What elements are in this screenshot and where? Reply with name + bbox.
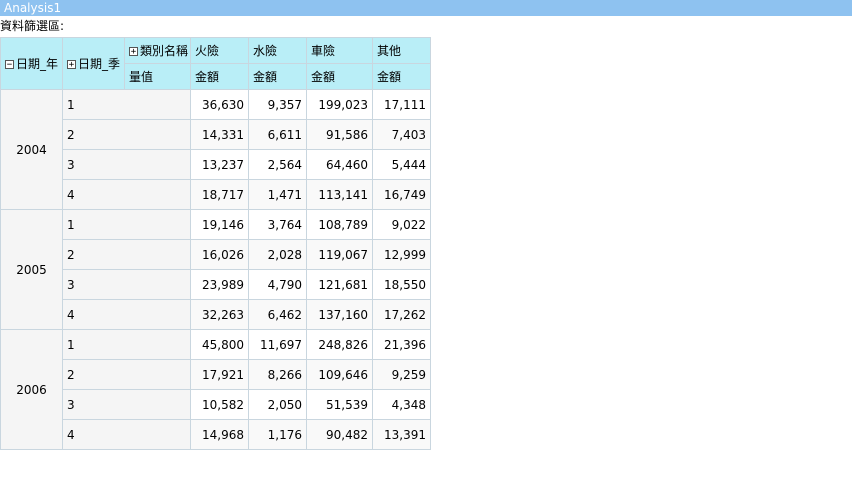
value-cell: 3,764 bbox=[248, 209, 308, 240]
value-cell: 13,391 bbox=[372, 419, 432, 450]
quarter-row-header[interactable]: 3 bbox=[62, 149, 192, 180]
column-header-fire[interactable]: 火險 bbox=[190, 37, 250, 64]
value-cell: 14,968 bbox=[190, 419, 250, 450]
table-row: 4 14,968 1,176 90,482 13,391 bbox=[1, 419, 432, 450]
quarter-row-header[interactable]: 3 bbox=[62, 269, 192, 300]
table-row: 4 18,717 1,471 113,141 16,749 bbox=[1, 179, 432, 210]
value-cell: 18,550 bbox=[372, 269, 432, 300]
quarter-dimension-label: 日期_季 bbox=[78, 57, 121, 71]
value-cell: 45,800 bbox=[190, 329, 250, 360]
table-row: 2004 1 36,630 9,357 199,023 17,111 bbox=[0, 89, 432, 210]
value-cell: 17,921 bbox=[190, 359, 250, 390]
table-row: 2006 1 45,800 11,697 248,826 21,396 bbox=[0, 329, 432, 450]
year-row-header[interactable]: 2004 bbox=[0, 89, 64, 210]
value-cell: 51,539 bbox=[306, 389, 374, 420]
collapse-icon[interactable]: − bbox=[5, 60, 14, 70]
quarter-row-header[interactable]: 3 bbox=[62, 389, 192, 420]
table-row: 3 13,237 2,564 64,460 5,444 bbox=[1, 149, 432, 180]
measure-header: 金額 bbox=[248, 63, 308, 90]
value-cell: 13,237 bbox=[190, 149, 250, 180]
value-cell: 32,263 bbox=[190, 299, 250, 330]
value-cell: 4,348 bbox=[372, 389, 432, 420]
value-cell: 2,028 bbox=[248, 239, 308, 270]
column-header-car[interactable]: 車險 bbox=[306, 37, 374, 64]
quarter-row-header[interactable]: 2 bbox=[62, 239, 192, 270]
value-cell: 1,471 bbox=[248, 179, 308, 210]
measure-label: 量值 bbox=[124, 63, 192, 90]
category-dimension-header[interactable]: + 類別名稱 bbox=[124, 37, 192, 64]
value-cell: 137,160 bbox=[306, 299, 374, 330]
column-header-water[interactable]: 水險 bbox=[248, 37, 308, 64]
year-dimension-header[interactable]: − 日期_年 bbox=[0, 37, 64, 90]
expand-icon[interactable]: + bbox=[67, 60, 77, 70]
quarter-row-header[interactable]: 4 bbox=[62, 179, 192, 210]
measure-header: 金額 bbox=[372, 63, 432, 90]
measure-header: 金額 bbox=[306, 63, 374, 90]
value-cell: 10,582 bbox=[190, 389, 250, 420]
expand-icon[interactable]: + bbox=[129, 47, 139, 57]
value-cell: 19,146 bbox=[190, 209, 250, 240]
value-cell: 90,482 bbox=[306, 419, 374, 450]
value-cell: 2,050 bbox=[248, 389, 308, 420]
table-row: 4 32,263 6,462 137,160 17,262 bbox=[1, 299, 432, 330]
quarter-row-header[interactable]: 1 bbox=[62, 209, 192, 240]
value-cell: 1,176 bbox=[248, 419, 308, 450]
table-row: 3 10,582 2,050 51,539 4,348 bbox=[1, 389, 432, 420]
year-row-header[interactable]: 2005 bbox=[0, 209, 64, 330]
value-cell: 36,630 bbox=[190, 89, 250, 120]
pivot-table: − 日期_年 + 日期_季 + 類別名稱 火險 水險 車險 其他 量值 金額 金額 金… bbox=[0, 37, 432, 450]
value-cell: 2,564 bbox=[248, 149, 308, 180]
value-cell: 121,681 bbox=[306, 269, 374, 300]
value-cell: 17,111 bbox=[372, 89, 432, 120]
year-dimension-label: 日期_年 bbox=[16, 57, 59, 71]
value-cell: 9,259 bbox=[372, 359, 432, 390]
table-row: 2 17,921 8,266 109,646 9,259 bbox=[1, 359, 432, 390]
value-cell: 14,331 bbox=[190, 119, 250, 150]
quarter-row-header[interactable]: 1 bbox=[62, 329, 192, 360]
column-header-other[interactable]: 其他 bbox=[372, 37, 432, 64]
value-cell: 108,789 bbox=[306, 209, 374, 240]
quarter-row-header[interactable]: 4 bbox=[62, 419, 192, 450]
category-dimension-label: 類別名稱 bbox=[140, 44, 189, 58]
table-row: 2 16,026 2,028 119,067 12,999 bbox=[1, 239, 432, 270]
filter-area-label: 資料篩選區: bbox=[0, 19, 65, 33]
value-cell: 8,266 bbox=[248, 359, 308, 390]
value-cell: 64,460 bbox=[306, 149, 374, 180]
window-title: Analysis1 bbox=[0, 0, 852, 16]
value-cell: 5,444 bbox=[372, 149, 432, 180]
value-cell: 6,611 bbox=[248, 119, 308, 150]
table-row: 2005 1 19,146 3,764 108,789 9,022 bbox=[0, 209, 432, 330]
value-cell: 113,141 bbox=[306, 179, 374, 210]
value-cell: 6,462 bbox=[248, 299, 308, 330]
value-cell: 23,989 bbox=[190, 269, 250, 300]
value-cell: 109,646 bbox=[306, 359, 374, 390]
value-cell: 16,749 bbox=[372, 179, 432, 210]
value-cell: 7,403 bbox=[372, 119, 432, 150]
value-cell: 18,717 bbox=[190, 179, 250, 210]
value-cell: 16,026 bbox=[190, 239, 250, 270]
value-cell: 91,586 bbox=[306, 119, 374, 150]
value-cell: 119,067 bbox=[306, 239, 374, 270]
value-cell: 9,022 bbox=[372, 209, 432, 240]
measure-header: 金額 bbox=[190, 63, 250, 90]
quarter-row-header[interactable]: 4 bbox=[62, 299, 192, 330]
value-cell: 17,262 bbox=[372, 299, 432, 330]
value-cell: 4,790 bbox=[248, 269, 308, 300]
value-cell: 21,396 bbox=[372, 329, 432, 360]
table-row: 2 14,331 6,611 91,586 7,403 bbox=[1, 119, 432, 150]
value-cell: 11,697 bbox=[248, 329, 308, 360]
table-row: 3 23,989 4,790 121,681 18,550 bbox=[1, 269, 432, 300]
value-cell: 12,999 bbox=[372, 239, 432, 270]
quarter-row-header[interactable]: 1 bbox=[62, 89, 192, 120]
value-cell: 248,826 bbox=[306, 329, 374, 360]
value-cell: 199,023 bbox=[306, 89, 374, 120]
quarter-dimension-header[interactable]: + 日期_季 bbox=[62, 37, 126, 90]
quarter-row-header[interactable]: 2 bbox=[62, 119, 192, 150]
quarter-row-header[interactable]: 2 bbox=[62, 359, 192, 390]
year-row-header[interactable]: 2006 bbox=[0, 329, 64, 450]
value-cell: 9,357 bbox=[248, 89, 308, 120]
